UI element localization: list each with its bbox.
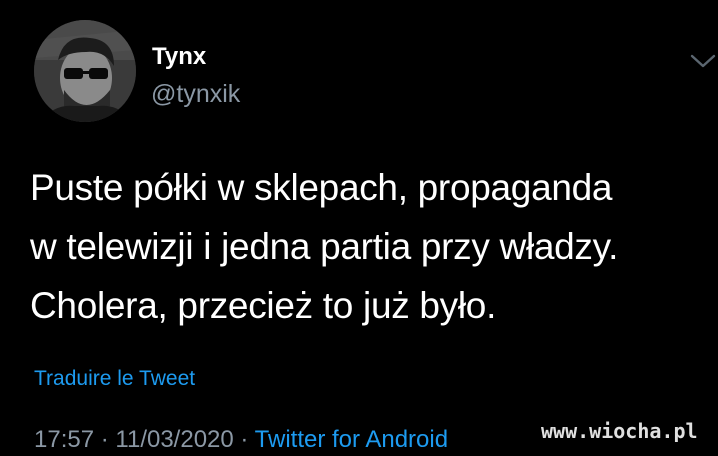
tweet-meta: 17:57 · 11/03/2020 · Twitter for Android xyxy=(34,424,448,456)
author-name[interactable]: Tynx xyxy=(152,43,206,71)
tweet-text-line: w telewizji i jedna partia przy władzy. xyxy=(30,226,619,267)
tweet-date: 11/03/2020 xyxy=(115,426,234,453)
avatar[interactable] xyxy=(34,20,136,122)
tweet-source-link[interactable]: Twitter for Android xyxy=(255,426,448,453)
tweet-text-line: Cholera, przecież to już było. xyxy=(30,285,497,326)
meta-separator: · xyxy=(240,426,249,453)
tweet-text: Puste półki w sklepach, propaganda w tel… xyxy=(30,158,710,335)
tweet-card: Tynx @tynxik Puste półki w sklepach, pro… xyxy=(0,0,718,455)
meta-separator: · xyxy=(100,426,109,453)
translate-tweet-link[interactable]: Traduire le Tweet xyxy=(34,366,195,392)
tweet-text-line: Puste półki w sklepach, propaganda xyxy=(30,167,613,208)
watermark: www.wiocha.pl xyxy=(541,419,698,443)
tweet-time: 17:57 xyxy=(34,426,95,453)
avatar-image xyxy=(34,20,136,122)
chevron-down-icon[interactable] xyxy=(688,52,718,72)
author-handle[interactable]: @tynxik xyxy=(151,79,240,109)
